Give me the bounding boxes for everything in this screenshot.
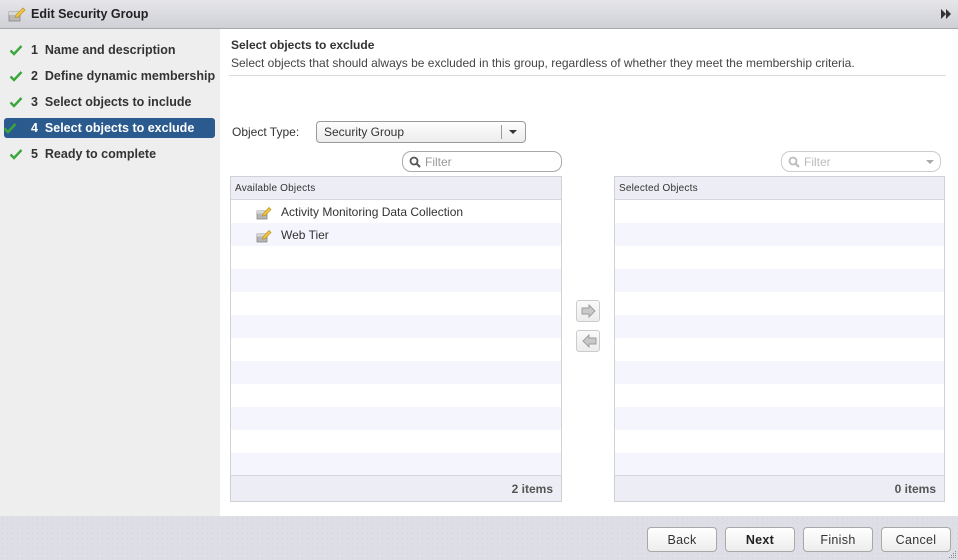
empty-row: [615, 315, 944, 338]
checkmark-icon: [9, 45, 23, 56]
empty-row: [231, 338, 561, 361]
empty-row: [615, 223, 944, 246]
empty-row: [231, 407, 561, 430]
empty-row: [231, 269, 561, 292]
empty-row: [231, 384, 561, 407]
remove-from-selected-button[interactable]: [576, 330, 600, 352]
dropdown-separator: [501, 125, 502, 139]
search-icon: [788, 156, 800, 168]
available-filter-input[interactable]: [425, 154, 545, 169]
empty-row: [615, 338, 944, 361]
finish-button[interactable]: Finish: [803, 527, 873, 552]
selected-objects-header: Selected Objects: [615, 177, 944, 200]
back-button[interactable]: Back: [647, 527, 717, 552]
dialog-title: Edit Security Group: [31, 7, 149, 21]
list-item[interactable]: Web Tier: [231, 223, 561, 246]
checkmark-icon: [9, 97, 23, 108]
wizard-step-1[interactable]: 1 Name and description: [4, 40, 215, 60]
selected-filter[interactable]: [781, 151, 941, 172]
available-objects-header: Available Objects: [231, 177, 561, 200]
wizard-step-5[interactable]: 5 Ready to complete: [4, 144, 215, 164]
empty-row: [231, 246, 561, 269]
empty-row: [615, 384, 944, 407]
search-icon: [409, 156, 421, 168]
empty-row: [615, 407, 944, 430]
selected-count: 0 items: [615, 475, 944, 501]
wizard-step-label: 1 Name and description: [31, 43, 176, 57]
wizard-step-3[interactable]: 3 Select objects to include: [4, 92, 215, 112]
empty-row: [615, 200, 944, 223]
dialog-footer: Back Next Finish Cancel: [0, 516, 958, 560]
divider: [229, 75, 946, 76]
chevron-down-icon: [509, 130, 517, 134]
empty-row: [615, 246, 944, 269]
object-name: Activity Monitoring Data Collection: [281, 205, 464, 219]
cancel-button[interactable]: Cancel: [881, 527, 951, 552]
wizard-step-label: 3 Select objects to include: [31, 95, 192, 109]
add-to-selected-button[interactable]: [576, 300, 600, 322]
available-count: 2 items: [231, 475, 561, 501]
list-item[interactable]: Activity Monitoring Data Collection: [231, 200, 561, 223]
wizard-step-label: 5 Ready to complete: [31, 147, 157, 161]
selected-filter-input[interactable]: [804, 154, 924, 169]
edit-group-icon: [8, 7, 26, 22]
arrow-right-icon: [581, 304, 596, 318]
arrow-left-icon: [582, 334, 597, 348]
empty-row: [615, 430, 944, 453]
checkmark-icon: [9, 71, 23, 82]
wizard-step-4[interactable]: 4 Select objects to exclude: [3, 118, 215, 138]
page-description: Select objects that should always be exc…: [231, 56, 855, 70]
wizard-step-label: 2 Define dynamic membership: [31, 69, 216, 83]
dialog-title-bar: Edit Security Group: [0, 0, 958, 29]
chevron-down-icon[interactable]: [926, 160, 934, 164]
security-group-icon: [256, 206, 272, 220]
available-objects-rows: Activity Monitoring Data Collection Web …: [231, 200, 561, 476]
object-name: Web Tier: [281, 228, 329, 242]
object-type-label: Object Type:: [232, 125, 300, 139]
wizard-steps-sidebar: 1 Name and description 2 Define dynamic …: [0, 29, 220, 516]
wizard-step-2[interactable]: 2 Define dynamic membership: [4, 66, 215, 86]
selected-objects-rows: [615, 200, 944, 476]
empty-row: [615, 292, 944, 315]
empty-row: [231, 292, 561, 315]
empty-row: [615, 361, 944, 384]
double-chevron-right-icon[interactable]: [940, 8, 952, 20]
object-type-dropdown[interactable]: Security Group: [316, 121, 526, 143]
checkmark-icon: [3, 123, 17, 134]
resize-grip-icon[interactable]: [948, 550, 957, 559]
empty-row: [231, 430, 561, 453]
security-group-icon: [256, 229, 272, 243]
available-objects-list: Available Objects Activity Monitoring Da…: [230, 176, 562, 502]
object-type-value: Security Group: [324, 125, 405, 139]
selected-objects-list: Selected Objects 0 items: [614, 176, 945, 502]
empty-row: [231, 361, 561, 384]
wizard-content: Select objects to exclude Select objects…: [220, 29, 958, 516]
checkmark-icon: [9, 149, 23, 160]
wizard-step-label: 4 Select objects to exclude: [31, 121, 195, 135]
empty-row: [615, 453, 944, 476]
empty-row: [615, 269, 944, 292]
next-button[interactable]: Next: [725, 527, 795, 552]
empty-row: [231, 315, 561, 338]
page-title: Select objects to exclude: [231, 38, 375, 52]
empty-row: [231, 453, 561, 476]
available-filter[interactable]: [402, 151, 562, 172]
